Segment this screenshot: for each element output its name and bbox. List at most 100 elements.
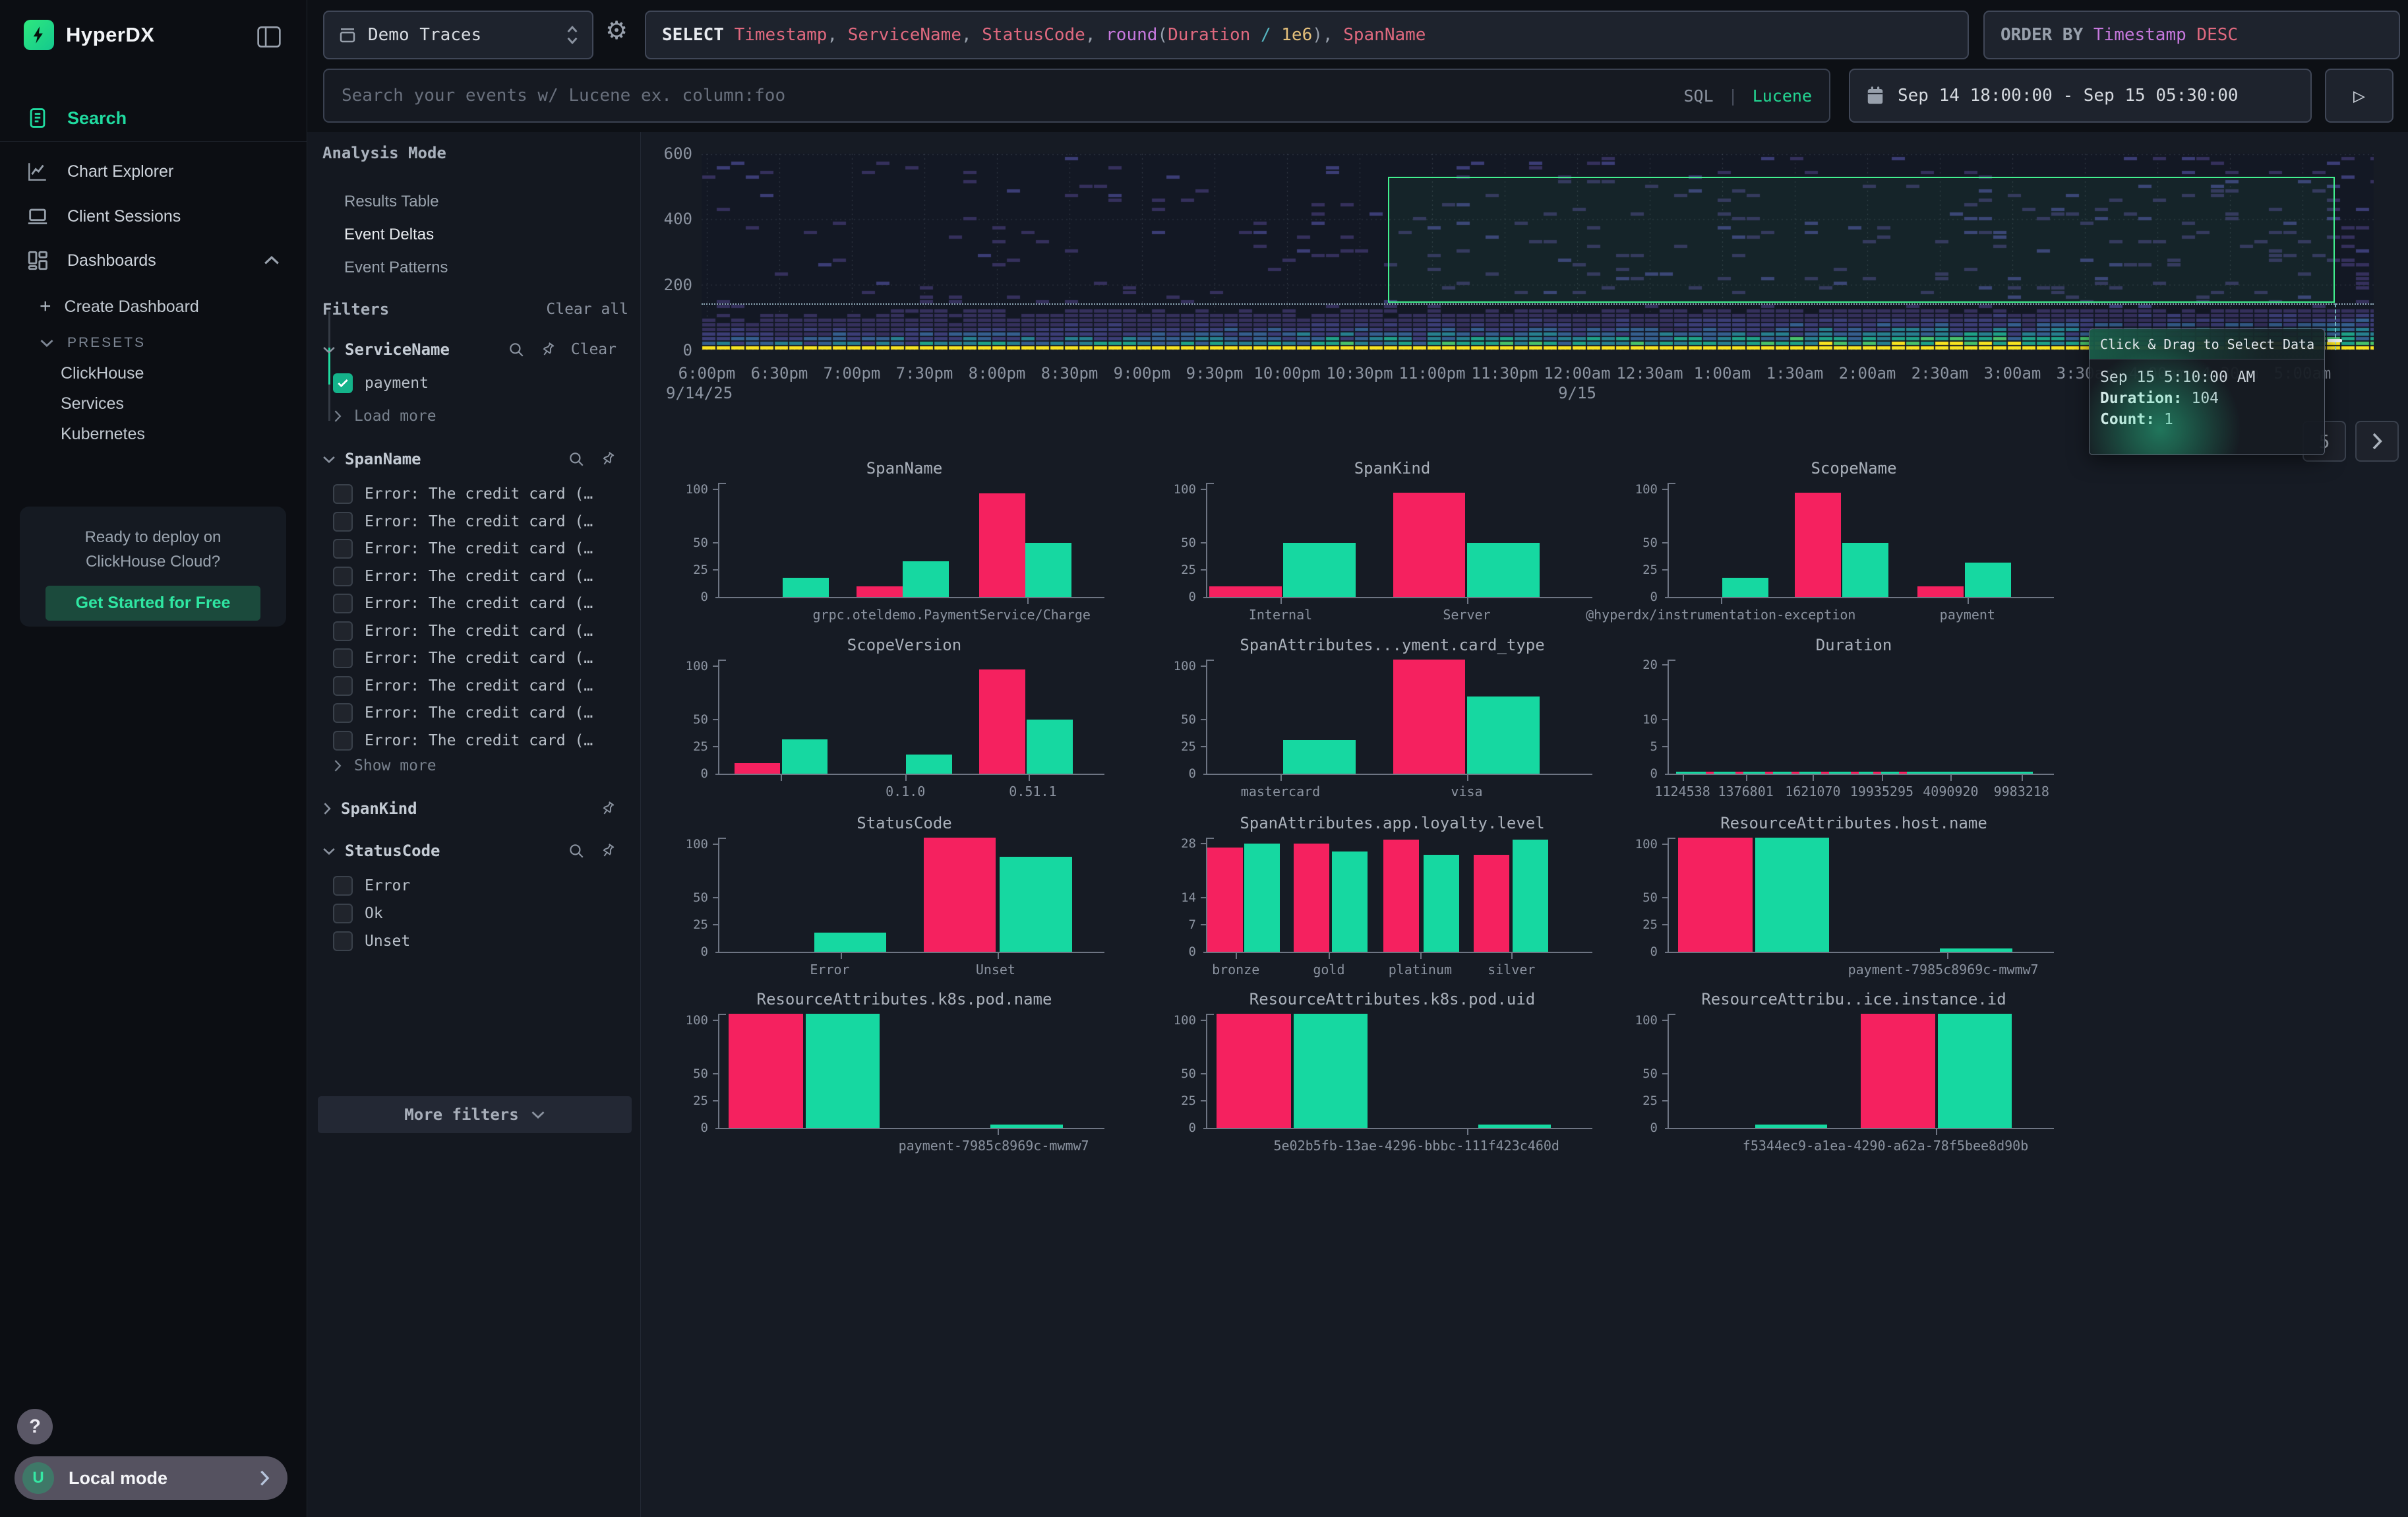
- checkbox-unchecked[interactable]: [333, 931, 353, 951]
- search-input[interactable]: [342, 86, 1669, 106]
- checkbox-unchecked[interactable]: [333, 876, 353, 896]
- select-updown-icon: [566, 24, 579, 46]
- chart-plot[interactable]: [1668, 660, 2040, 774]
- sidebar-item-client-sessions[interactable]: Client Sessions: [0, 198, 307, 235]
- create-dashboard-button[interactable]: + Create Dashboard: [40, 295, 199, 318]
- mode-event-deltas[interactable]: Event Deltas: [344, 226, 434, 244]
- load-more-button[interactable]: Load more: [333, 408, 436, 425]
- y-tick: [713, 924, 718, 925]
- filter-option-error[interactable]: Error: [333, 876, 410, 896]
- y-tick-label: 50: [659, 890, 708, 905]
- filter-option-error-the-credit-card-[interactable]: Error: The credit card (…: [333, 621, 593, 641]
- chart-plot[interactable]: [1206, 1014, 1579, 1128]
- checkbox-checked[interactable]: [333, 373, 353, 393]
- checkbox-unchecked[interactable]: [333, 484, 353, 504]
- filter-group-servicename[interactable]: ServiceName Clear: [322, 340, 626, 359]
- filter-option-error-the-credit-card-[interactable]: Error: The credit card (…: [333, 594, 593, 613]
- chart-plot[interactable]: [718, 1014, 1091, 1128]
- chart-plot[interactable]: [1206, 838, 1579, 952]
- help-button[interactable]: ?: [17, 1409, 53, 1444]
- checkbox-unchecked[interactable]: [333, 594, 353, 613]
- chart-plot[interactable]: [718, 838, 1091, 952]
- search-icon[interactable]: [508, 341, 525, 358]
- sidebar-item-search[interactable]: Search: [0, 99, 307, 137]
- chart-title: ScopeVersion: [718, 636, 1091, 654]
- get-started-button[interactable]: Get Started for Free: [45, 586, 260, 621]
- search-icon[interactable]: [568, 842, 585, 859]
- source-value: Demo Traces: [368, 25, 555, 45]
- filter-option-error-the-credit-card-[interactable]: Error: The credit card (…: [333, 484, 593, 504]
- filter-option-error-the-credit-card-[interactable]: Error: The credit card (…: [333, 539, 593, 559]
- query-token: 1e6: [1281, 25, 1312, 45]
- filter-option-error-the-credit-card-[interactable]: Error: The credit card (…: [333, 512, 593, 532]
- filter-option-label: Error: The credit card (…: [365, 732, 593, 749]
- filter-group-spanname[interactable]: SpanName: [322, 450, 626, 468]
- heatmap-selection-rect[interactable]: [1388, 177, 2335, 303]
- show-more-button[interactable]: Show more: [333, 757, 436, 774]
- checkbox-unchecked[interactable]: [333, 512, 353, 532]
- next-page-button[interactable]: [2355, 421, 2399, 462]
- checkbox-unchecked[interactable]: [333, 676, 353, 696]
- x-tick: [1746, 775, 1747, 781]
- filter-group-spankind[interactable]: SpanKind: [322, 799, 626, 818]
- checkbox-unchecked[interactable]: [333, 539, 353, 559]
- sidebar-item-clickhouse[interactable]: ClickHouse: [61, 364, 144, 383]
- mode-results-table[interactable]: Results Table: [344, 193, 439, 211]
- filter-group-statuscode[interactable]: StatusCode: [322, 842, 626, 860]
- chart-plot[interactable]: [1668, 483, 2040, 597]
- filter-option-unset[interactable]: Unset: [333, 931, 410, 951]
- local-mode-menu[interactable]: U Local mode: [15, 1456, 287, 1500]
- clear-all-button[interactable]: Clear all: [546, 301, 628, 318]
- filter-option-error-the-credit-card-[interactable]: Error: The credit card (…: [333, 567, 593, 586]
- more-filters-button[interactable]: More filters: [318, 1096, 632, 1133]
- pin-icon[interactable]: [599, 800, 617, 817]
- bar: [1467, 543, 1540, 597]
- filter-option-error-the-credit-card-[interactable]: Error: The credit card (…: [333, 676, 593, 696]
- filter-option-label: Error: The credit card (…: [365, 650, 593, 667]
- orderby-editor[interactable]: ORDER BY Timestamp DESC: [1983, 11, 2400, 59]
- heatmap-x-tick-label: 11:00pm: [1399, 364, 1465, 383]
- heatmap-y-tick-label: 400: [646, 210, 692, 228]
- x-tick-label: 1621070: [1785, 784, 1840, 799]
- source-select[interactable]: Demo Traces: [323, 11, 593, 59]
- pin-icon[interactable]: [599, 842, 617, 859]
- chart-plot[interactable]: [1668, 1014, 2040, 1128]
- filter-option-error-the-credit-card-[interactable]: Error: The credit card (…: [333, 703, 593, 723]
- sidebar-item-chart-explorer[interactable]: Chart Explorer: [0, 153, 307, 190]
- filter-option-ok[interactable]: Ok: [333, 904, 383, 923]
- checkbox-unchecked[interactable]: [333, 621, 353, 641]
- clear-filter-button[interactable]: Clear: [571, 341, 617, 358]
- date-range-picker[interactable]: Sep 14 18:00:00 - Sep 15 05:30:00: [1849, 69, 2312, 123]
- checkbox-unchecked[interactable]: [333, 648, 353, 668]
- run-query-button[interactable]: ▷: [2325, 69, 2393, 123]
- gear-icon[interactable]: ⚙: [605, 16, 628, 45]
- checkbox-unchecked[interactable]: [333, 904, 353, 923]
- chart-plot[interactable]: [1206, 660, 1579, 774]
- y-tick-label: 20: [1609, 658, 1658, 672]
- filter-option-error-the-credit-card-[interactable]: Error: The credit card (…: [333, 731, 593, 751]
- chart-plot[interactable]: [718, 660, 1091, 774]
- mode-event-patterns[interactable]: Event Patterns: [344, 259, 448, 277]
- query-token: StatusCode: [982, 25, 1085, 45]
- logo[interactable]: HyperDX: [24, 20, 154, 50]
- lang-toggle-lucene[interactable]: Lucene: [1753, 86, 1812, 106]
- sidebar-item-kubernetes[interactable]: Kubernetes: [61, 425, 145, 444]
- sidebar-item-dashboards[interactable]: Dashboards: [0, 242, 307, 279]
- search-icon[interactable]: [568, 450, 585, 468]
- filter-option-error-the-credit-card-[interactable]: Error: The credit card (…: [333, 648, 593, 668]
- checkbox-unchecked[interactable]: [333, 703, 353, 723]
- sidebar-item-services[interactable]: Services: [61, 394, 124, 414]
- heatmap-x-tick-label: 6:00pm: [678, 364, 736, 383]
- collapse-sidebar-icon[interactable]: [255, 25, 283, 49]
- chart-plot[interactable]: [1668, 838, 2040, 952]
- chart-plot[interactable]: [1206, 483, 1579, 597]
- select-query-editor[interactable]: SELECT Timestamp, ServiceName, StatusCod…: [645, 11, 1969, 59]
- checkbox-unchecked[interactable]: [333, 567, 353, 586]
- pin-icon[interactable]: [599, 450, 617, 468]
- presets-toggle[interactable]: PRESETS: [40, 335, 146, 351]
- filter-option-payment[interactable]: payment: [333, 373, 429, 393]
- pin-icon[interactable]: [539, 341, 557, 358]
- lang-toggle-sql[interactable]: SQL: [1683, 86, 1713, 106]
- checkbox-unchecked[interactable]: [333, 731, 353, 751]
- chart-plot[interactable]: [718, 483, 1091, 597]
